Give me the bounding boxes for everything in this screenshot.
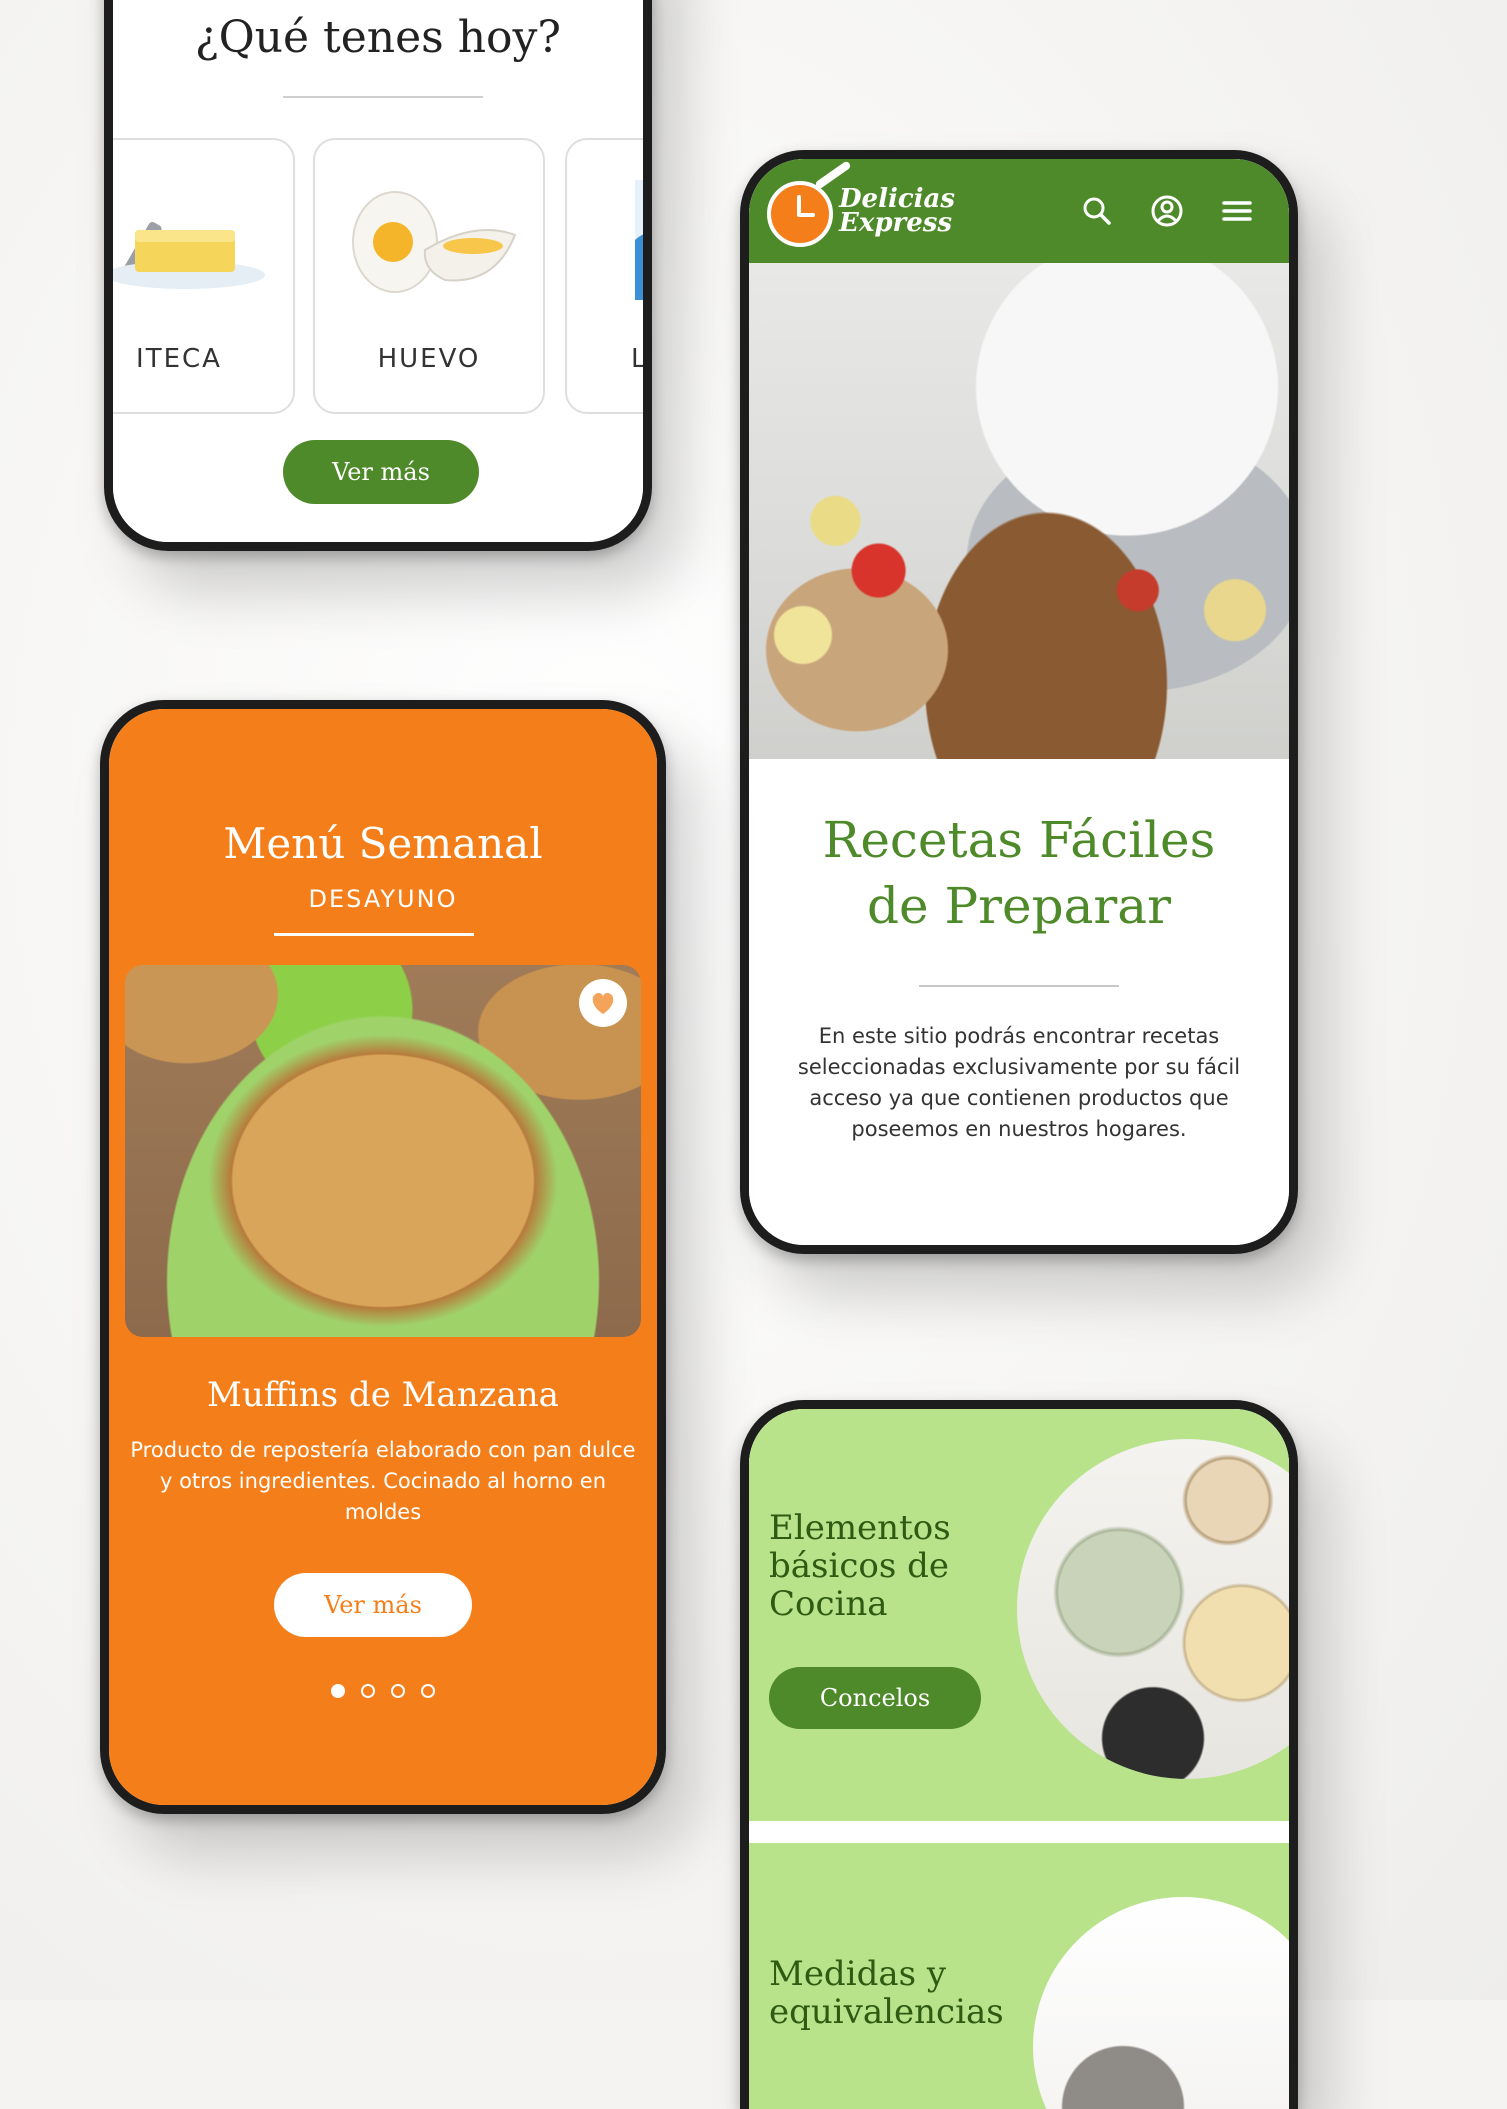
phone-ingredients: ¿Qué tenes hoy? ITECA HUEVO Ver más — [104, 0, 652, 551]
card-title: Elementos básicos de Cocina — [769, 1508, 951, 1624]
egg-icon — [315, 180, 543, 300]
ingredient-card-egg[interactable]: HUEVO — [313, 138, 545, 414]
app-header: Delicias Express — [749, 159, 1289, 263]
clock-pan-icon — [767, 181, 833, 247]
ingredients-screen: ¿Qué tenes hoy? ITECA HUEVO Ver más — [113, 0, 643, 542]
carousel-dot[interactable] — [421, 1684, 435, 1698]
search-icon[interactable] — [1079, 193, 1115, 229]
heart-icon — [592, 993, 614, 1014]
ingredient-label: HUEVO — [377, 344, 481, 374]
title-divider — [283, 96, 483, 98]
weekly-menu-screen: Menú Semanal DESAYUNO Muffins de Manzana… — [109, 709, 657, 1805]
home-screen: Delicias Express Recetas Fáciles de Prep… — [749, 159, 1289, 1245]
ingredient-card-milk[interactable]: LEC — [565, 138, 643, 414]
butter-icon — [113, 180, 293, 300]
milk-carton-icon — [567, 176, 643, 320]
hero-title-line-2: de Preparar — [866, 877, 1172, 935]
hero-title: Recetas Fáciles de Preparar — [749, 807, 1289, 939]
ingredient-card-butter[interactable]: ITECA — [113, 138, 295, 414]
card-title: Medidas y equivalencias — [769, 1954, 1004, 2032]
carousel-dot[interactable] — [391, 1684, 405, 1698]
hero-description: En este sitio podrás encontrar recetas s… — [797, 1024, 1241, 1141]
carousel-dot[interactable] — [331, 1684, 345, 1698]
page-title: ¿Qué tenes hoy? — [195, 12, 561, 63]
kitchen-basics-card: Elementos básicos de Cocina Concelos — [749, 1409, 1289, 1821]
phone-weekly-menu: Menú Semanal DESAYUNO Muffins de Manzana… — [100, 700, 666, 1814]
see-more-button[interactable]: Ver más — [283, 440, 479, 504]
logo-line-2: Express — [839, 208, 953, 238]
carousel-indicator — [109, 1684, 657, 1703]
section-subtitle: DESAYUNO — [308, 885, 458, 913]
recipe-description: Producto de repostería elaborado con pan… — [130, 1438, 636, 1524]
hero-title-line-1: Recetas Fáciles — [822, 811, 1216, 869]
ingredient-label: LEC — [567, 344, 643, 374]
title-divider — [274, 933, 474, 936]
cookware-image — [1017, 1439, 1289, 1779]
carousel-dot[interactable] — [361, 1684, 375, 1698]
see-more-button[interactable]: Ver más — [274, 1573, 472, 1637]
phone-home: Delicias Express Recetas Fáciles de Prep… — [740, 150, 1298, 1254]
logo-text: Delicias Express — [839, 186, 955, 238]
recipe-name: Muffins de Manzana — [207, 1375, 559, 1415]
favorite-button[interactable] — [579, 979, 627, 1027]
kitchen-elements-screen: Elementos básicos de Cocina Concelos Med… — [749, 1409, 1289, 2109]
learn-more-button[interactable]: Concelos — [769, 1667, 981, 1729]
menu-icon[interactable] — [1219, 193, 1255, 229]
hero-image — [749, 263, 1289, 759]
recipe-image[interactable] — [125, 965, 641, 1337]
user-icon[interactable] — [1149, 193, 1185, 229]
phone-kitchen-elements: Elementos básicos de Cocina Concelos Med… — [740, 1400, 1298, 2109]
section-title: Menú Semanal — [223, 819, 543, 868]
title-divider — [919, 985, 1119, 987]
ingredient-label: ITECA — [136, 344, 222, 374]
